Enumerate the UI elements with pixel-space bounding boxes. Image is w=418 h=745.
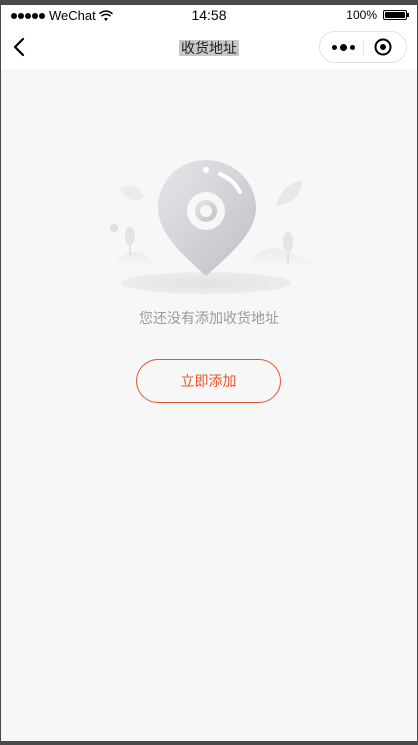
battery-percent: 100%	[346, 8, 377, 22]
more-dot-right	[349, 44, 355, 50]
location-pin-icon	[110, 160, 324, 294]
more-button[interactable]	[324, 32, 362, 62]
page-title-text: 收货地址	[179, 40, 239, 56]
battery-icon	[383, 10, 409, 20]
phone-screen: WeChat 14:58 100% 收货地址 您还没有添加收货地址 立即添加	[1, 5, 417, 741]
mini-program-capsule	[319, 31, 407, 63]
nav-bar: 收货地址	[1, 25, 417, 69]
add-address-button[interactable]: 立即添加	[136, 359, 281, 403]
more-dot-center	[339, 43, 347, 51]
target-circle-icon	[374, 38, 392, 56]
more-dots-icon	[331, 44, 337, 50]
empty-state-text: 您还没有添加收货地址	[139, 310, 279, 326]
close-button[interactable]	[364, 32, 402, 62]
status-right: 100%	[346, 8, 409, 22]
status-bar: WeChat 14:58 100%	[1, 5, 417, 25]
